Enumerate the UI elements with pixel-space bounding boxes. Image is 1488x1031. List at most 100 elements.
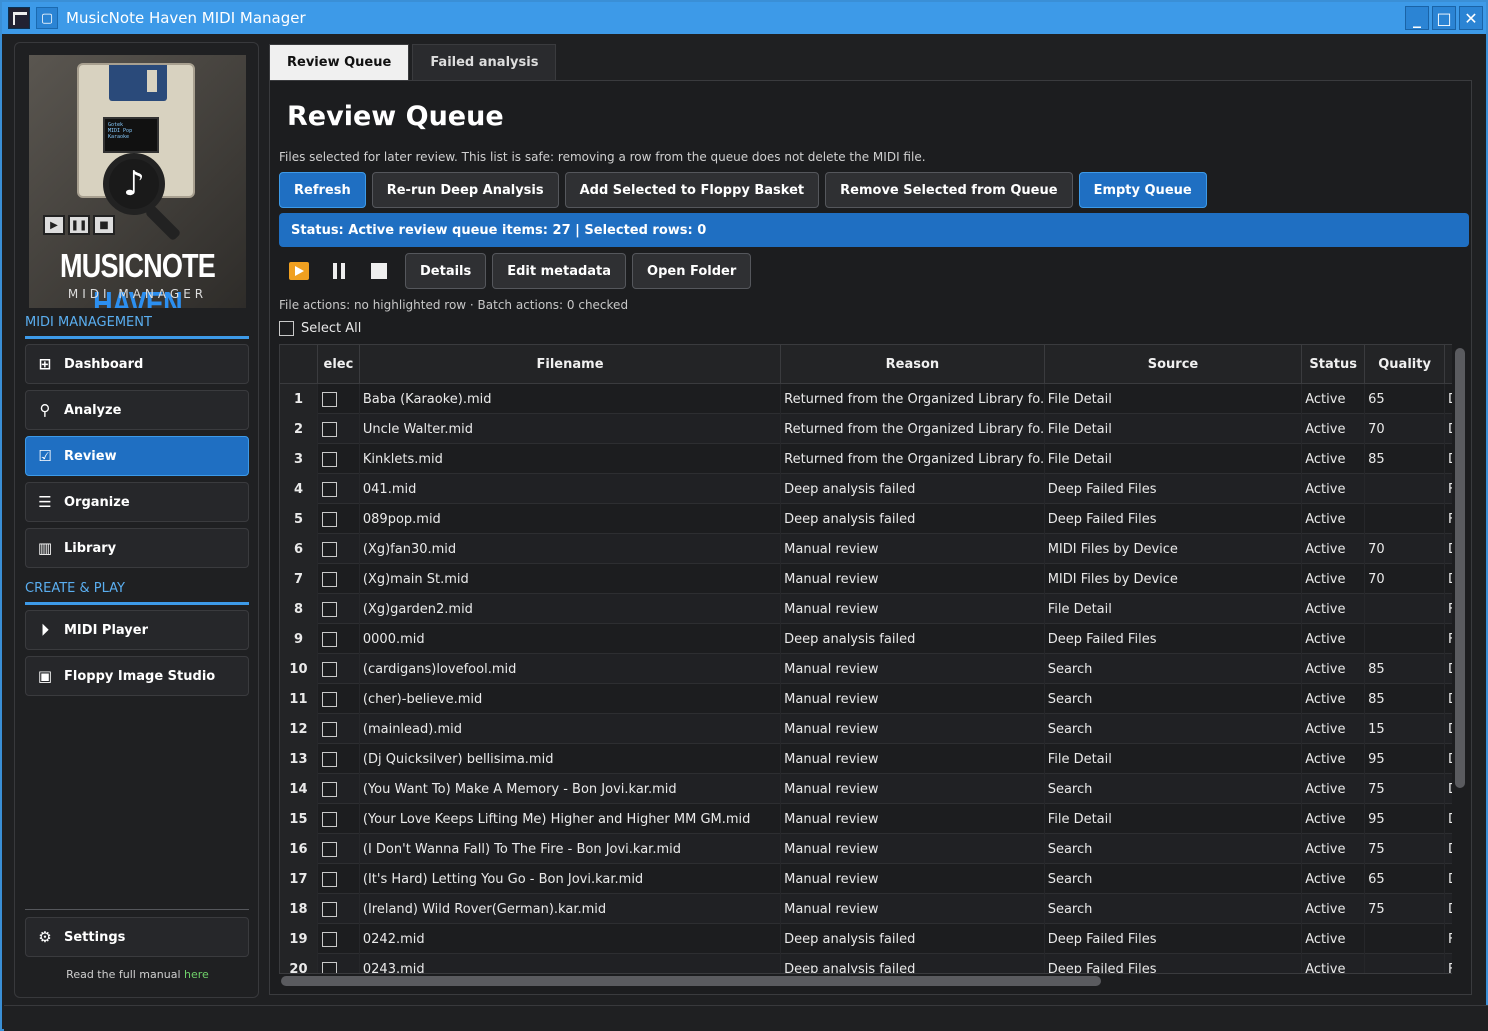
row-checkbox[interactable] [318, 504, 360, 534]
table-row[interactable]: 10 (cardigans)lovefool.mid Manual review Se… [280, 654, 1457, 684]
sidebar-item-analyze[interactable]: ⚲ Analyze [25, 390, 249, 430]
row-checkbox[interactable] [318, 684, 360, 714]
details-button[interactable]: Details [405, 253, 487, 289]
edit-metadata-button[interactable]: Edit metadata [492, 253, 627, 289]
row-checkbox[interactable] [318, 714, 360, 744]
rerun-deep-analysis-button[interactable]: Re-run Deep Analysis [371, 172, 559, 208]
row-checkbox-box[interactable] [321, 571, 337, 587]
sidebar-item-midi-player[interactable]: ⏵ MIDI Player [25, 610, 249, 650]
row-checkbox[interactable] [318, 954, 360, 973]
column-header-quality[interactable]: Quality [1365, 345, 1446, 384]
table-row[interactable]: 20 0243.mid Deep analysis failed Deep Faile… [280, 954, 1457, 973]
play-icon[interactable] [279, 253, 319, 289]
sidebar-item-review[interactable]: ☑ Review [25, 436, 249, 476]
empty-queue-button[interactable]: Empty Queue [1078, 172, 1207, 208]
table-row[interactable]: 12 (mainlead).mid Manual review Search Activ… [280, 714, 1457, 744]
table-row[interactable]: 9 0000.mid Deep analysis failed Deep Failed… [280, 624, 1457, 654]
cell-quality: 85 [1365, 684, 1446, 714]
table-row[interactable]: 11 (cher)-believe.mid Manual review Search A… [280, 684, 1457, 714]
row-checkbox-box[interactable] [321, 901, 337, 917]
row-checkbox-box[interactable] [321, 841, 337, 857]
row-checkbox-box[interactable] [321, 871, 337, 887]
row-checkbox[interactable] [318, 594, 360, 624]
maximize-icon[interactable]: □ [1432, 6, 1456, 30]
window-menu-icon[interactable]: ▢ [36, 7, 58, 29]
row-checkbox-box[interactable] [321, 811, 337, 827]
minimize-icon[interactable]: _ [1405, 6, 1429, 30]
row-checkbox[interactable] [318, 924, 360, 954]
table-row[interactable]: 15 (Your Love Keeps Lifting Me) Higher an… [280, 804, 1457, 834]
column-header-filename[interactable]: Filename [360, 345, 782, 384]
column-header-source[interactable]: Source [1045, 345, 1303, 384]
table-row[interactable]: 14 (You Want To) Make A Memory - Bon Jovi… [280, 774, 1457, 804]
row-checkbox[interactable] [318, 384, 360, 414]
open-folder-button[interactable]: Open Folder [632, 253, 752, 289]
row-checkbox[interactable] [318, 474, 360, 504]
cell-status: Active [1302, 414, 1366, 444]
settings-button[interactable]: ⚙ Settings [25, 917, 249, 957]
row-checkbox-box[interactable] [321, 961, 337, 973]
table-row[interactable]: 13 (Dj Quicksilver) bellisima.mid Manual r… [280, 744, 1457, 774]
column-header-index[interactable] [280, 345, 318, 384]
horizontal-scrollbar[interactable] [279, 974, 1449, 988]
remove-from-queue-button[interactable]: Remove Selected from Queue [825, 172, 1073, 208]
row-checkbox-box[interactable] [321, 601, 337, 617]
table-row[interactable]: 7 (Xg)main St.mid Manual review MIDI Files … [280, 564, 1457, 594]
row-checkbox[interactable] [318, 834, 360, 864]
row-checkbox-box[interactable] [321, 481, 337, 497]
sidebar-item-organize[interactable]: ☰ Organize [25, 482, 249, 522]
row-checkbox[interactable] [318, 414, 360, 444]
column-header-status[interactable]: Status [1302, 345, 1366, 384]
row-checkbox-box[interactable] [321, 751, 337, 767]
row-checkbox[interactable] [318, 654, 360, 684]
tab-failed-analysis[interactable]: Failed analysis [412, 44, 557, 80]
table-row[interactable]: 18 (Ireland) Wild Rover(German).kar.mid Ma… [280, 894, 1457, 924]
table-row[interactable]: 3 Kinklets.mid Returned from the Organized… [280, 444, 1457, 474]
row-checkbox[interactable] [318, 894, 360, 924]
table-row[interactable]: 5 089pop.mid Deep analysis failed Deep Fail… [280, 504, 1457, 534]
row-checkbox-box[interactable] [321, 391, 337, 407]
sidebar-item-floppy-studio[interactable]: ▣ Floppy Image Studio [25, 656, 249, 696]
cell-quality: 75 [1365, 834, 1446, 864]
close-icon[interactable]: ✕ [1459, 6, 1483, 30]
select-all-checkbox[interactable] [279, 321, 294, 336]
row-checkbox[interactable] [318, 804, 360, 834]
add-to-floppy-basket-button[interactable]: Add Selected to Floppy Basket [564, 172, 820, 208]
row-checkbox[interactable] [318, 864, 360, 894]
manual-link[interactable]: here [184, 968, 209, 981]
row-checkbox-box[interactable] [321, 541, 337, 557]
row-checkbox-box[interactable] [321, 421, 337, 437]
column-header-reason[interactable]: Reason [781, 345, 1045, 384]
row-checkbox[interactable] [318, 534, 360, 564]
row-checkbox-box[interactable] [321, 721, 337, 737]
table-row[interactable]: 16 (I Don't Wanna Fall) To The Fire - Bon… [280, 834, 1457, 864]
row-checkbox[interactable] [318, 624, 360, 654]
table-row[interactable]: 2 Uncle Walter.mid Returned from the Organ… [280, 414, 1457, 444]
row-checkbox-box[interactable] [321, 511, 337, 527]
table-row[interactable]: 4 041.mid Deep analysis failed Deep Failed … [280, 474, 1457, 504]
row-checkbox-box[interactable] [321, 661, 337, 677]
table-row[interactable]: 8 (Xg)garden2.mid Manual review File Detail… [280, 594, 1457, 624]
table-row[interactable]: 17 (It's Hard) Letting You Go - Bon Jovi.… [280, 864, 1457, 894]
row-checkbox-box[interactable] [321, 451, 337, 467]
row-checkbox-box[interactable] [321, 781, 337, 797]
row-checkbox[interactable] [318, 744, 360, 774]
table-row[interactable]: 1 Baba (Karaoke).mid Returned from the Org… [280, 384, 1457, 414]
row-checkbox[interactable] [318, 774, 360, 804]
refresh-button[interactable]: Refresh [279, 172, 366, 208]
row-checkbox[interactable] [318, 444, 360, 474]
tab-review-queue[interactable]: Review Queue [269, 44, 410, 80]
column-header-select[interactable]: elec [318, 345, 360, 384]
row-checkbox-box[interactable] [321, 631, 337, 647]
sidebar-item-dashboard[interactable]: ⊞ Dashboard [25, 344, 249, 384]
table-row[interactable]: 6 (Xg)fan30.mid Manual review MIDI Files by… [280, 534, 1457, 564]
row-checkbox[interactable] [318, 564, 360, 594]
select-all[interactable]: Select All [279, 321, 361, 336]
row-checkbox-box[interactable] [321, 691, 337, 707]
pause-icon[interactable] [319, 253, 359, 289]
row-checkbox-box[interactable] [321, 931, 337, 947]
sidebar-item-library[interactable]: ▥ Library [25, 528, 249, 568]
vertical-scrollbar[interactable] [1452, 344, 1468, 974]
stop-icon[interactable] [359, 253, 399, 289]
table-row[interactable]: 19 0242.mid Deep analysis failed Deep Faile… [280, 924, 1457, 954]
